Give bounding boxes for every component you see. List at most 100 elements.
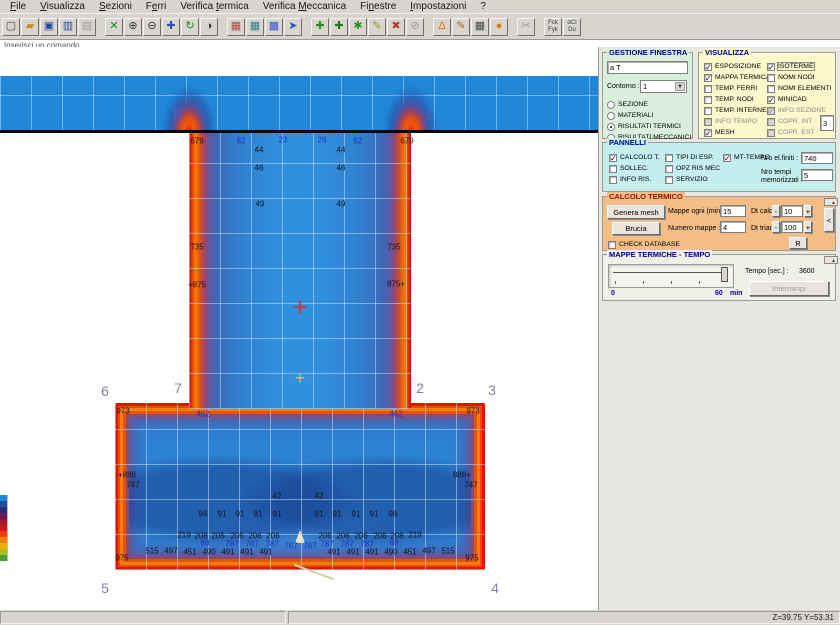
temp-label: 42	[315, 492, 324, 501]
check-database-wrap: CHECK DATABASE	[608, 239, 680, 250]
section-name-input[interactable]: a T	[607, 61, 688, 74]
add-vertex-button[interactable]: ✱	[349, 18, 367, 36]
add-point-icon: ✚	[315, 20, 324, 32]
nro-tempi-label-2: memorizzati :	[761, 177, 803, 185]
radio-risultati-termici[interactable]: RISULTATI TERMICI	[607, 121, 691, 132]
checkbox-isoterme[interactable]: ✓ISOTERME	[767, 61, 832, 72]
brucia-button[interactable]: Brucia	[612, 222, 660, 235]
checkbox-sollec[interactable]: SOLLEC.	[609, 163, 660, 174]
rebar-temp-label: 462	[389, 410, 402, 419]
dt-trian-plus-button[interactable]: +	[804, 221, 812, 233]
checkbox-temp-nodi[interactable]: TEMP. NODI	[704, 94, 770, 105]
checkbox-box-icon	[704, 85, 712, 93]
edit-table-button[interactable]: ✎	[452, 18, 470, 36]
new-file-button[interactable]: ▢	[2, 18, 20, 36]
radio-circle-icon	[607, 112, 615, 120]
numero-mappe-input[interactable]: 4	[720, 221, 746, 233]
thermal-analysis-button[interactable]: Δ	[433, 18, 451, 36]
checkbox-label: TEMP. INTERNE	[715, 107, 767, 114]
temp-label: 491	[259, 548, 272, 557]
edit-point-button[interactable]: ✎	[368, 18, 386, 36]
fck-fyk-params-button[interactable]: Fck Fyk	[544, 18, 562, 36]
checkbox-minicad[interactable]: ✓MINICAD	[767, 94, 832, 105]
radio-sezione[interactable]: SEZIONE	[607, 99, 691, 110]
collapse-left-button[interactable]: <	[824, 208, 834, 232]
legend-color-band	[0, 555, 7, 561]
checkbox-esposizione[interactable]: ✓ESPOSIZIONE	[704, 61, 770, 72]
pan-button[interactable]: ✚	[162, 18, 180, 36]
temp-label: 91	[236, 510, 245, 519]
copr-int-input[interactable]: 3	[820, 115, 834, 131]
save-all-button[interactable]: ▥	[59, 18, 77, 36]
checkbox-nomi-nodi[interactable]: NOMI NODI	[767, 72, 832, 83]
menu-ferri[interactable]: Ferri	[139, 0, 174, 13]
shade-view-button[interactable]: ◑	[200, 18, 218, 36]
checkbox-nomi-elementi[interactable]: NOMI ELEMENTI	[767, 83, 832, 94]
checkbox-label: ESPOSIZIONE	[715, 63, 761, 70]
menu-visualizza[interactable]: Visualizza	[33, 0, 92, 13]
checkbox-box-icon: ✓	[609, 154, 617, 162]
menu-verifica-meccanica[interactable]: Verifica Meccanica	[256, 0, 353, 13]
contorno-select[interactable]: 1 ▼	[640, 80, 687, 93]
delete-point-button[interactable]: ✖	[387, 18, 405, 36]
checkbox-opz-ris-mec[interactable]: OPZ RIS MEC	[665, 163, 720, 174]
zoom-out-button[interactable]: ⊖	[143, 18, 161, 36]
print-icon: ▤	[82, 20, 92, 32]
delete-entity-button[interactable]: ✕	[105, 18, 123, 36]
temp-label: 973	[466, 407, 479, 416]
dt-trian-minus-button[interactable]: -	[772, 221, 780, 233]
checkbox-temp-ferri[interactable]: TEMP. FERRI	[704, 83, 770, 94]
checkbox-servizio[interactable]: SERVIZIO	[665, 174, 720, 185]
radio-materiali[interactable]: MATERIALI	[607, 110, 691, 121]
redraw-button[interactable]: ↻	[181, 18, 199, 36]
pan-icon: ✚	[166, 20, 175, 32]
cls-du-params-button[interactable]: αCl Du	[563, 18, 581, 36]
slider-unit-label: min	[730, 290, 742, 298]
checkbox-info-ris[interactable]: INFO RIS.	[609, 174, 660, 185]
select-arrow-button[interactable]: ➤	[284, 18, 302, 36]
checkbox-mesh[interactable]: ✓MESH	[704, 127, 770, 138]
fire-load-button[interactable]: ●	[490, 18, 508, 36]
delete-entity-icon: ✕	[109, 20, 118, 32]
checkbox-temp-interne[interactable]: TEMP. INTERNE	[704, 105, 770, 116]
menu-file[interactable]: File	[3, 0, 33, 13]
elements-table-button[interactable]: ▦	[246, 18, 264, 36]
checkbox-mappa-termica[interactable]: ✓MAPPA TERMICA	[704, 72, 770, 83]
slider-thumb[interactable]	[721, 267, 728, 282]
data-grid-button[interactable]: ▦	[471, 18, 489, 36]
menu-finestre[interactable]: Finestre	[353, 0, 403, 13]
menu-sezioni[interactable]: Sezioni	[92, 0, 139, 13]
r-button[interactable]: R	[789, 237, 807, 249]
add-node-button[interactable]: ✚	[330, 18, 348, 36]
menu-impostazioni[interactable]: Impostazioni	[403, 0, 473, 13]
drawing-canvas[interactable]: + + 816723546798244232644826794646494973…	[0, 47, 598, 610]
mappe-ogni-input[interactable]: 15	[720, 205, 746, 217]
temp-label: 219	[408, 531, 421, 540]
genera-mesh-button[interactable]: Genera mesh	[607, 205, 665, 219]
checkbox-calcolo-t[interactable]: ✓CALCOLO T.	[609, 152, 660, 163]
zoom-in-button[interactable]: ⊕	[124, 18, 142, 36]
checkbox-check-database[interactable]: CHECK DATABASE	[608, 239, 680, 250]
checkbox-tipi-di-esp[interactable]: TIPI DI ESP.	[665, 152, 720, 163]
dt-calc-minus-button[interactable]: -	[772, 205, 780, 217]
temp-label: 491	[221, 548, 234, 557]
collapse-up-button[interactable]: ▲	[824, 256, 838, 264]
save-file-button[interactable]: ▣	[40, 18, 58, 36]
dt-trian-input[interactable]: 100	[781, 221, 803, 233]
mesh-table-button[interactable]: ▩	[265, 18, 283, 36]
time-slider[interactable]	[608, 264, 734, 288]
visualizza-left-checks: ✓ESPOSIZIONE✓MAPPA TERMICATEMP. FERRITEM…	[704, 61, 770, 138]
dt-calc-input[interactable]: 10	[781, 205, 803, 217]
nodes-table-button[interactable]: ▦	[227, 18, 245, 36]
temp-label: 46	[337, 164, 346, 173]
collapse-up-button[interactable]: ▲	[824, 198, 838, 206]
menu-bar: FileVisualizzaSezioniFerriVerifica termi…	[0, 0, 840, 13]
menu-verifica-termica[interactable]: Verifica termica	[173, 0, 255, 13]
menu-help[interactable]: ?	[473, 0, 493, 13]
checkbox-box-icon	[665, 154, 673, 162]
dt-calc-plus-button[interactable]: +	[804, 205, 812, 217]
checkbox-box-icon	[665, 165, 673, 173]
add-point-button[interactable]: ✚	[311, 18, 329, 36]
chevron-down-icon[interactable]: ▼	[675, 82, 685, 91]
open-file-button[interactable]: ▰	[21, 18, 39, 36]
